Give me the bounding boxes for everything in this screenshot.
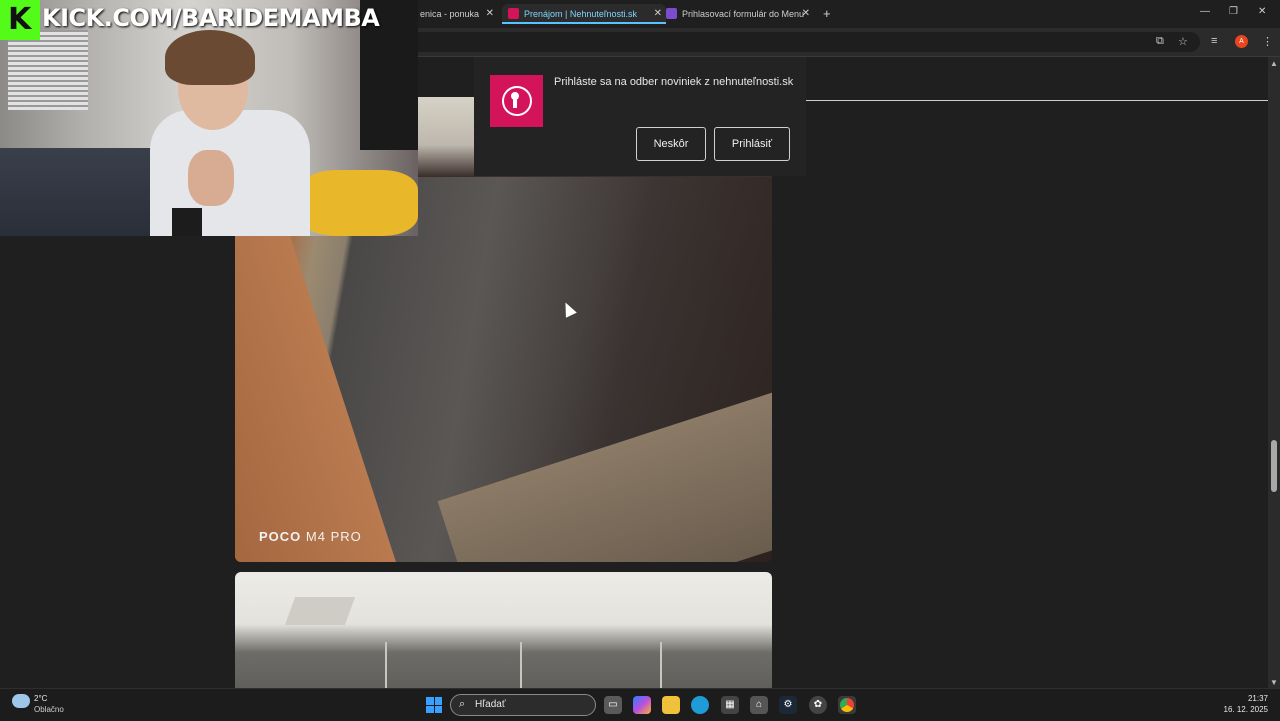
tab-nehnutelnosti[interactable]: Prenájom | Nehnuteľnosti.sk ✕ (502, 4, 666, 24)
page-scrollbar[interactable]: ▲ ▼ (1268, 57, 1280, 688)
scroll-down-icon[interactable]: ▼ (1270, 678, 1278, 687)
media-control-icon[interactable]: ≡ (1211, 35, 1217, 47)
newsletter-prompt: Prihláste sa na odber noviniek z nehnute… (474, 57, 806, 176)
prompt-message: Prihláste sa na odber noviniek z nehnute… (554, 76, 794, 88)
scroll-up-icon[interactable]: ▲ (1270, 59, 1278, 68)
webcam-window-blinds (8, 30, 88, 110)
chrome-icon[interactable] (838, 696, 856, 714)
keyhole-icon (490, 75, 543, 127)
file-explorer-icon[interactable] (662, 696, 680, 714)
tab-close-icon[interactable]: ✕ (486, 4, 494, 24)
weather-description[interactable]: Oblačno (34, 705, 64, 714)
menu-kebab-icon[interactable]: ⋮ (1262, 35, 1273, 48)
start-windows-icon[interactable] (426, 697, 442, 713)
forms-favicon-icon (666, 8, 677, 19)
photo-fixture (284, 597, 356, 625)
watermark-model: M4 PRO (305, 529, 362, 544)
tab-prihlasovaci-formular[interactable]: Prihlasovací formulár do Menu ✕ (666, 4, 814, 24)
tab-label: Prihlasovací formulár do Menu (682, 9, 805, 19)
window-close-icon[interactable]: ✕ (1258, 6, 1266, 17)
minimize-icon[interactable]: — (1200, 6, 1210, 17)
address-bar[interactable] (418, 32, 1200, 52)
tab-label: enica - ponuka (420, 9, 480, 19)
later-button[interactable]: Neskôr (636, 127, 706, 161)
scroll-thumb[interactable] (1271, 440, 1277, 492)
profile-avatar[interactable]: A (1235, 35, 1248, 48)
weather-temperature[interactable]: 2°C (34, 694, 47, 703)
edge-icon[interactable] (691, 696, 709, 714)
copilot-icon[interactable] (633, 696, 651, 714)
webcam-person-hair (165, 30, 255, 85)
steam-icon[interactable]: ⚙ (779, 696, 797, 714)
watermark-brand: POCO (259, 529, 302, 544)
stream-channel-url: KICK.COM/BARIDEMAMBA (42, 4, 380, 32)
tab-label: Prenájom | Nehnuteľnosti.sk (524, 9, 638, 19)
clock-date[interactable]: 16. 12. 2025 (1224, 705, 1268, 714)
clock-time[interactable]: 21:37 (1248, 694, 1268, 703)
webcam-microphone (172, 208, 202, 236)
photo-watermark: POCO M4 PRO (259, 529, 362, 544)
settings-icon[interactable]: ✿ (809, 696, 827, 714)
bookmark-star-icon[interactable]: ☆ (1178, 35, 1188, 48)
subscribe-button[interactable]: Prihlásiť (714, 127, 790, 161)
header-rule (806, 100, 1268, 101)
kick-logo-letter: K (8, 2, 32, 37)
webcam-person-hand (188, 150, 234, 206)
windows-taskbar: 2°C Oblačno ⌕ Hľadať ▭ ▦ ⌂ ⚙ ✿ 21:37 16.… (0, 688, 1280, 721)
weather-cloud-icon[interactable] (12, 694, 30, 708)
outlook-icon[interactable]: ⌂ (750, 696, 768, 714)
webcam-yellow-cloth (300, 170, 418, 236)
store-icon[interactable]: ▦ (721, 696, 739, 714)
task-view-icon[interactable]: ▭ (604, 696, 622, 714)
photo-tile-joint (520, 642, 522, 688)
webcam-overlay: K KICK.COM/BARIDEMAMBA (0, 0, 418, 236)
tab-close-icon[interactable]: ✕ (802, 4, 810, 24)
kick-logo-icon: K (0, 0, 40, 40)
nehnutelnosti-favicon-icon (508, 8, 519, 19)
tab-close-icon[interactable]: ✕ (654, 4, 662, 24)
photo-floor (437, 390, 772, 562)
install-app-icon[interactable]: ⧉ (1156, 35, 1164, 48)
restore-icon[interactable]: ❐ (1229, 6, 1238, 17)
listing-photo[interactable] (235, 572, 772, 688)
new-tab-icon[interactable]: + (823, 6, 831, 21)
tab-enica[interactable]: enica - ponuka ✕ (420, 4, 498, 24)
search-placeholder: Hľadať (475, 699, 506, 710)
search-icon: ⌕ (459, 698, 466, 710)
photo-tile-joint (660, 642, 662, 688)
taskbar-search[interactable]: ⌕ Hľadať (450, 694, 596, 716)
photo-tile-joint (385, 642, 387, 688)
